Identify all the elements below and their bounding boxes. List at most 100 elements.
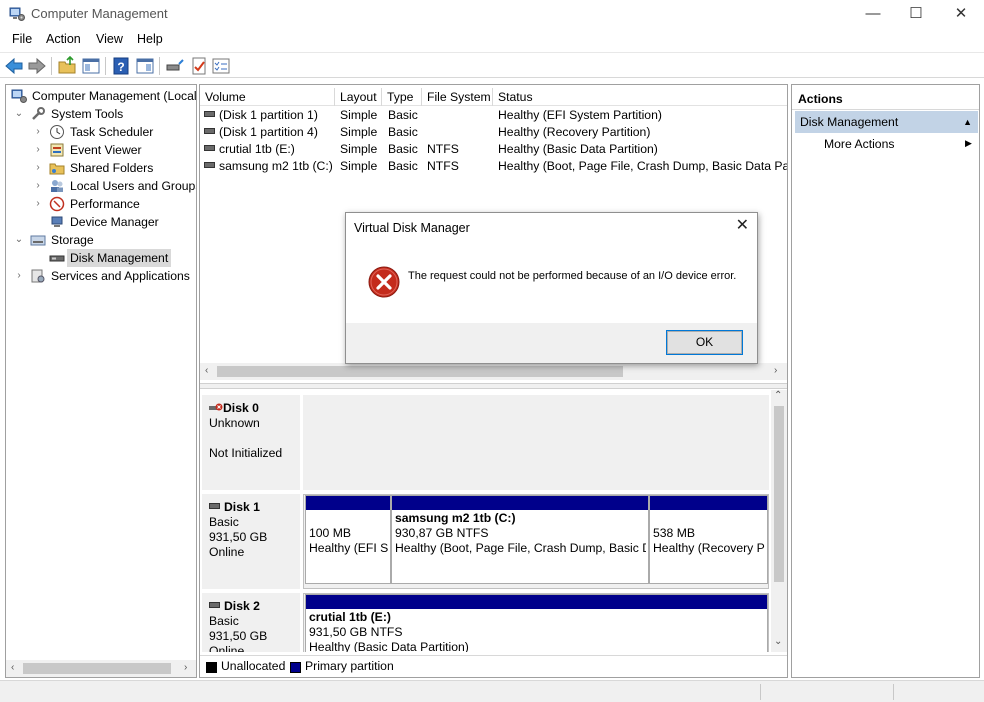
volume-row[interactable]: (Disk 1 partition 4) Simple Basic Health… <box>200 124 787 141</box>
tree-item-local-users[interactable]: › Local Users and Groups <box>10 177 196 195</box>
disk-graphical-view: Disk 0 Unknown Not Initialized Disk 1 Ba… <box>200 390 771 652</box>
up-folder-icon[interactable] <box>57 56 77 76</box>
maximize-button[interactable]: ☐ <box>893 0 939 28</box>
column-file-system[interactable]: File System <box>422 88 493 106</box>
legend-swatch-primary <box>290 662 301 673</box>
column-layout[interactable]: Layout <box>335 88 382 106</box>
partition-size: 931,50 GB NTFS <box>309 625 403 639</box>
dialog-message: The request could not be performed becau… <box>408 270 737 282</box>
show-hide-action-pane-icon[interactable] <box>135 56 155 76</box>
error-dialog: Virtual Disk Manager ✕ The request could… <box>345 212 758 364</box>
disk-management-icon <box>49 255 65 262</box>
expand-chevron-icon[interactable]: › <box>33 177 43 195</box>
tree-item-services[interactable]: › Services and Applications <box>10 267 196 285</box>
legend-label-primary: Primary partition <box>305 659 394 673</box>
expand-chevron-icon[interactable]: › <box>33 159 43 177</box>
tree-horizontal-scrollbar[interactable]: ‹ › <box>6 660 196 677</box>
volume-row[interactable]: samsung m2 1tb (C:) Simple Basic NTFS He… <box>200 158 787 175</box>
expand-chevron-icon[interactable]: › <box>33 141 43 159</box>
disk-2-info[interactable]: Disk 2 Basic 931,50 GB Online <box>202 593 300 652</box>
volume-name: (Disk 1 partition 1) <box>219 108 318 122</box>
tree-item-task-scheduler[interactable]: › Task Scheduler <box>10 123 196 141</box>
collapse-chevron-icon[interactable]: ⌄ <box>14 105 24 123</box>
disk-size: 931,50 GB <box>209 530 268 544</box>
volume-name: crutial 1tb (E:) <box>219 142 295 156</box>
volume-row[interactable]: crutial 1tb (E:) Simple Basic NTFS Healt… <box>200 141 787 158</box>
help-icon[interactable]: ? <box>111 56 131 76</box>
connect-drive-icon[interactable] <box>165 56 185 76</box>
disk-0-unallocated-area[interactable] <box>303 395 769 490</box>
scroll-left-icon[interactable]: ‹ <box>205 365 208 376</box>
partition-c[interactable]: samsung m2 1tb (C:) 930,87 GB NTFS Healt… <box>391 495 649 584</box>
dialog-footer: OK <box>346 323 757 363</box>
volume-status: Healthy (Basic Data Partition) <box>498 142 658 156</box>
status-bar <box>0 680 984 702</box>
volume-name: (Disk 1 partition 4) <box>219 125 318 139</box>
scroll-right-icon[interactable]: › <box>774 365 777 376</box>
disk-name: Disk 0 <box>223 401 259 415</box>
tree-root-label: Computer Management (Local <box>32 89 197 103</box>
check-properties-icon[interactable] <box>189 56 209 76</box>
scrollbar-thumb[interactable] <box>23 663 171 674</box>
expand-chevron-icon[interactable]: › <box>14 267 24 285</box>
tree-item-label: Disk Management <box>67 249 172 267</box>
menu-file[interactable]: File <box>11 32 33 46</box>
disk-0-info[interactable]: Disk 0 Unknown Not Initialized <box>202 395 300 490</box>
submenu-arrow-icon[interactable]: ▶ <box>965 138 972 149</box>
column-status[interactable]: Status <box>493 88 787 106</box>
close-button[interactable]: ✕ <box>938 0 984 28</box>
forward-arrow-icon[interactable] <box>27 56 47 76</box>
tree-item-event-viewer[interactable]: › Event Viewer <box>10 141 196 159</box>
expand-chevron-icon[interactable]: › <box>33 195 43 213</box>
menu-action[interactable]: Action <box>45 32 82 46</box>
partition-status: Healthy (Boot, Page File, Crash Dump, Ba… <box>395 541 646 555</box>
back-arrow-icon[interactable] <box>4 56 24 76</box>
scroll-up-icon[interactable]: ⌃ <box>774 390 782 401</box>
show-hide-console-tree-icon[interactable] <box>81 56 101 76</box>
scroll-right-icon[interactable]: › <box>184 662 187 673</box>
status-separator <box>760 684 761 700</box>
collapse-up-icon[interactable]: ▲ <box>963 111 972 133</box>
actions-section-disk-management[interactable]: Disk Management ▲ <box>795 111 978 133</box>
scrollbar-thumb[interactable] <box>774 406 784 582</box>
partition-recovery[interactable]: 538 MB Healthy (Recovery P <box>649 495 768 584</box>
disk-1-partitions: 100 MB Healthy (EFI S samsung m2 1tb (C:… <box>303 494 769 589</box>
tree-item-disk-management[interactable]: Disk Management <box>10 249 196 267</box>
expand-chevron-icon[interactable]: › <box>33 123 43 141</box>
status-separator <box>893 684 894 700</box>
actions-header: Actions <box>792 88 979 110</box>
scroll-down-icon[interactable]: ⌄ <box>774 636 782 647</box>
volume-status: Healthy (Recovery Partition) <box>498 125 651 139</box>
volume-list-horizontal-scrollbar[interactable]: ‹ › <box>200 363 787 380</box>
partition-e[interactable]: crutial 1tb (E:) 931,50 GB NTFS Healthy … <box>305 594 768 652</box>
disk-blank <box>209 431 300 446</box>
scrollbar-thumb[interactable] <box>217 366 623 377</box>
menu-help[interactable]: Help <box>136 32 164 46</box>
tree-item-system-tools[interactable]: ⌄ System Tools <box>10 105 196 123</box>
event-viewer-icon <box>50 143 64 157</box>
menu-view[interactable]: View <box>95 32 124 46</box>
scroll-left-icon[interactable]: ‹ <box>11 662 14 673</box>
collapse-chevron-icon[interactable]: ⌄ <box>14 231 24 249</box>
tree-item-shared-folders[interactable]: › Shared Folders <box>10 159 196 177</box>
minimize-button[interactable]: — <box>850 0 896 28</box>
column-volume[interactable]: Volume <box>200 88 335 106</box>
disk-1-info[interactable]: Disk 1 Basic 931,50 GB Online <box>202 494 300 589</box>
list-view-icon[interactable] <box>211 56 231 76</box>
partition-efi[interactable]: 100 MB Healthy (EFI S <box>305 495 391 584</box>
more-actions-link[interactable]: More Actions <box>824 137 894 151</box>
pane-splitter[interactable] <box>200 383 787 389</box>
column-type[interactable]: Type <box>382 88 422 106</box>
disk-view-vertical-scrollbar[interactable]: ⌃ ⌄ <box>771 390 787 652</box>
tree-item-performance[interactable]: › Performance <box>10 195 196 213</box>
volume-row[interactable]: (Disk 1 partition 1) Simple Basic Health… <box>200 107 787 124</box>
dialog-close-button[interactable]: ✕ <box>736 218 749 234</box>
tree-item-device-manager[interactable]: Device Manager <box>10 213 196 231</box>
tree-item-storage[interactable]: ⌄ Storage <box>10 231 196 249</box>
disk-icon <box>209 602 220 608</box>
ok-button[interactable]: OK <box>666 330 743 355</box>
disk-state: Online <box>209 545 245 559</box>
tree-root[interactable]: Computer Management (Local <box>10 87 197 105</box>
partition-size: 538 MB <box>653 526 696 540</box>
toolbar-separator <box>159 57 160 75</box>
